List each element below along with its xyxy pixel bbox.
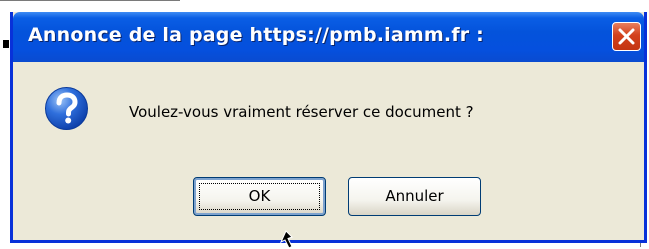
background-top-line — [0, 0, 180, 1]
alert-dialog: Annonce de la page https://pmb.iamm.fr :… — [10, 12, 647, 243]
question-icon — [45, 87, 88, 130]
focus-ring — [199, 183, 320, 210]
dialog-title: Annonce de la page https://pmb.iamm.fr : — [28, 24, 484, 46]
dialog-message: Voulez-vous vraiment réserver ce documen… — [129, 103, 474, 121]
mouse-pointer-icon — [280, 230, 293, 249]
dialog-titlebar[interactable]: Annonce de la page https://pmb.iamm.fr : — [13, 12, 644, 62]
cancel-button-label: Annuler — [385, 187, 444, 205]
close-icon — [618, 28, 635, 45]
close-button[interactable] — [612, 22, 641, 51]
background-tick — [3, 40, 9, 48]
cancel-button[interactable]: Annuler — [348, 177, 481, 216]
ok-button[interactable]: OK — [193, 177, 326, 216]
